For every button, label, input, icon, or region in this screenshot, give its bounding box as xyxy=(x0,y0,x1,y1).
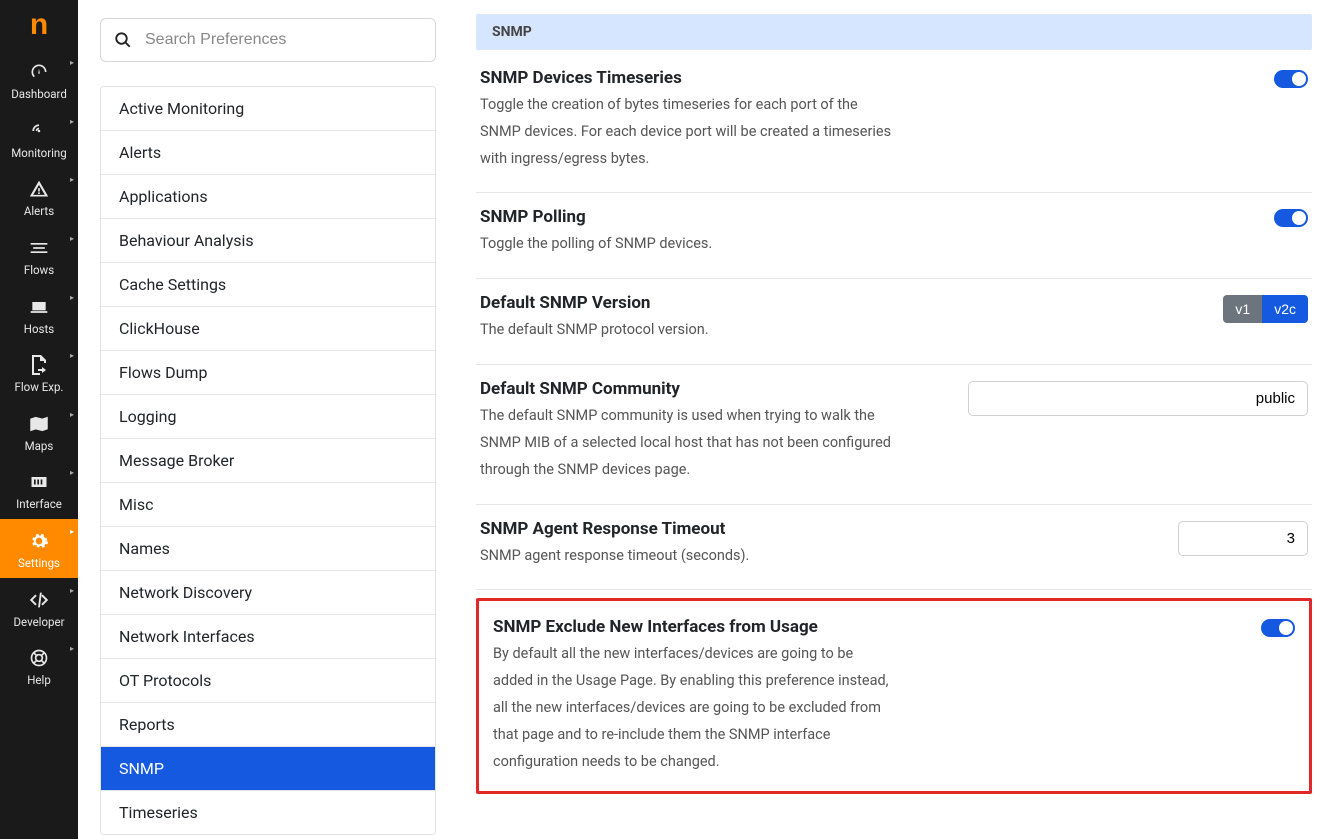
file-export-icon xyxy=(30,353,48,377)
nav-maps[interactable]: ▸ Maps xyxy=(0,402,78,461)
search-input[interactable] xyxy=(145,19,435,61)
setting-snmp-community: Default SNMP Community The default SNMP … xyxy=(476,365,1312,504)
nav-label: Settings xyxy=(18,557,60,570)
chevron-right-icon: ▸ xyxy=(70,410,74,419)
search-icon xyxy=(101,31,145,49)
prefs-item-message-broker[interactable]: Message Broker xyxy=(101,439,435,483)
setting-desc: Toggle the polling of SNMP devices. xyxy=(480,231,894,258)
nav-flow-exporters[interactable]: ▸ Flow Exp. xyxy=(0,343,78,402)
setting-title: Default SNMP Version xyxy=(480,293,894,313)
setting-snmp-timeseries: SNMP Devices Timeseries Toggle the creat… xyxy=(476,54,1312,193)
setting-desc: By default all the new interfaces/device… xyxy=(493,641,894,775)
nav-flows[interactable]: ▸ Flows xyxy=(0,226,78,285)
nav-developer[interactable]: ▸ Developer xyxy=(0,578,78,637)
setting-title: SNMP Agent Response Timeout xyxy=(480,519,894,539)
setting-desc: Toggle the creation of bytes timeseries … xyxy=(480,92,894,172)
nav-help[interactable]: ▸ Help xyxy=(0,636,78,695)
chevron-right-icon: ▸ xyxy=(70,117,74,126)
nav-label: Alerts xyxy=(24,205,54,218)
satellite-icon xyxy=(29,119,49,143)
chevron-right-icon: ▸ xyxy=(70,644,74,653)
prefs-item-applications[interactable]: Applications xyxy=(101,175,435,219)
setting-title: SNMP Polling xyxy=(480,207,894,227)
timeout-input[interactable] xyxy=(1178,521,1308,556)
toggle-snmp-exclude[interactable] xyxy=(1261,619,1295,637)
setting-snmp-exclude: SNMP Exclude New Interfaces from Usage B… xyxy=(493,611,1295,775)
community-input[interactable] xyxy=(968,381,1308,416)
nav-hosts[interactable]: ▸ Hosts xyxy=(0,285,78,344)
prefs-item-timeseries[interactable]: Timeseries xyxy=(101,791,435,834)
settings-detail: SNMP SNMP Devices Timeseries Toggle the … xyxy=(458,0,1330,839)
nav-dashboard[interactable]: ▸ Dashboard xyxy=(0,50,78,109)
nav-label: Hosts xyxy=(24,323,54,336)
nav-alerts[interactable]: ▸ Alerts xyxy=(0,167,78,226)
warning-icon xyxy=(29,177,49,201)
prefs-item-network-discovery[interactable]: Network Discovery xyxy=(101,571,435,615)
setting-snmp-timeout: SNMP Agent Response Timeout SNMP agent r… xyxy=(476,505,1312,591)
nav-settings[interactable]: ▸ Settings xyxy=(0,519,78,578)
code-icon xyxy=(28,588,50,612)
nav-label: Help xyxy=(27,674,51,687)
laptop-icon xyxy=(29,295,49,319)
gear-icon xyxy=(29,529,49,553)
prefs-item-misc[interactable]: Misc xyxy=(101,483,435,527)
setting-title: Default SNMP Community xyxy=(480,379,894,399)
setting-title: SNMP Devices Timeseries xyxy=(480,68,894,88)
preferences-list: Active MonitoringAlertsApplicationsBehav… xyxy=(100,86,436,835)
nav-label: Maps xyxy=(25,440,54,453)
chevron-right-icon: ▸ xyxy=(70,586,74,595)
search-container xyxy=(100,18,436,62)
prefs-item-ot-protocols[interactable]: OT Protocols xyxy=(101,659,435,703)
nav-monitoring[interactable]: ▸ Monitoring xyxy=(0,109,78,168)
prefs-item-names[interactable]: Names xyxy=(101,527,435,571)
prefs-item-active-monitoring[interactable]: Active Monitoring xyxy=(101,87,435,131)
nav-label: Interface xyxy=(16,498,62,511)
prefs-item-cache-settings[interactable]: Cache Settings xyxy=(101,263,435,307)
prefs-item-reports[interactable]: Reports xyxy=(101,703,435,747)
toggle-snmp-polling[interactable] xyxy=(1274,209,1308,227)
prefs-item-snmp[interactable]: SNMP xyxy=(101,747,435,791)
prefs-item-network-interfaces[interactable]: Network Interfaces xyxy=(101,615,435,659)
version-v2c-button[interactable]: v2c xyxy=(1262,295,1308,323)
sidebar-nav: n ▸ Dashboard ▸ Monitoring ▸ Alerts ▸ xyxy=(0,0,78,839)
version-button-group: v1 v2c xyxy=(1223,295,1308,323)
nav-interface[interactable]: ▸ Interface xyxy=(0,460,78,519)
section-header: SNMP xyxy=(476,14,1312,50)
prefs-item-clickhouse[interactable]: ClickHouse xyxy=(101,307,435,351)
nav-label: Flow Exp. xyxy=(15,381,64,394)
chevron-right-icon: ▸ xyxy=(70,468,74,477)
chevron-right-icon: ▸ xyxy=(70,58,74,67)
prefs-item-behaviour-analysis[interactable]: Behaviour Analysis xyxy=(101,219,435,263)
chevron-right-icon: ▸ xyxy=(70,234,74,243)
ethernet-icon xyxy=(29,470,49,494)
chevron-right-icon: ▸ xyxy=(70,293,74,302)
setting-desc: SNMP agent response timeout (seconds). xyxy=(480,543,894,570)
lifebuoy-icon xyxy=(29,646,49,670)
setting-title: SNMP Exclude New Interfaces from Usage xyxy=(493,617,894,637)
app-logo: n xyxy=(0,0,78,50)
setting-snmp-polling: SNMP Polling Toggle the polling of SNMP … xyxy=(476,193,1312,279)
nav-label: Flows xyxy=(24,264,54,277)
setting-desc: The default SNMP protocol version. xyxy=(480,317,894,344)
prefs-item-logging[interactable]: Logging xyxy=(101,395,435,439)
preferences-panel: Active MonitoringAlertsApplicationsBehav… xyxy=(78,0,458,839)
setting-desc: The default SNMP community is used when … xyxy=(480,403,894,483)
chevron-right-icon: ▸ xyxy=(70,351,74,360)
toggle-snmp-timeseries[interactable] xyxy=(1274,70,1308,88)
highlight-box: SNMP Exclude New Interfaces from Usage B… xyxy=(476,598,1312,794)
prefs-item-alerts[interactable]: Alerts xyxy=(101,131,435,175)
chevron-right-icon: ▸ xyxy=(70,175,74,184)
version-v1-button[interactable]: v1 xyxy=(1223,295,1262,323)
prefs-item-flows-dump[interactable]: Flows Dump xyxy=(101,351,435,395)
gauge-icon xyxy=(29,60,49,84)
chevron-right-icon: ▸ xyxy=(70,527,74,536)
nav-label: Dashboard xyxy=(11,88,67,101)
setting-snmp-version: Default SNMP Version The default SNMP pr… xyxy=(476,279,1312,365)
nav-label: Monitoring xyxy=(11,147,66,160)
nav-label: Developer xyxy=(14,616,65,629)
map-icon xyxy=(29,412,49,436)
stream-icon xyxy=(29,236,49,260)
